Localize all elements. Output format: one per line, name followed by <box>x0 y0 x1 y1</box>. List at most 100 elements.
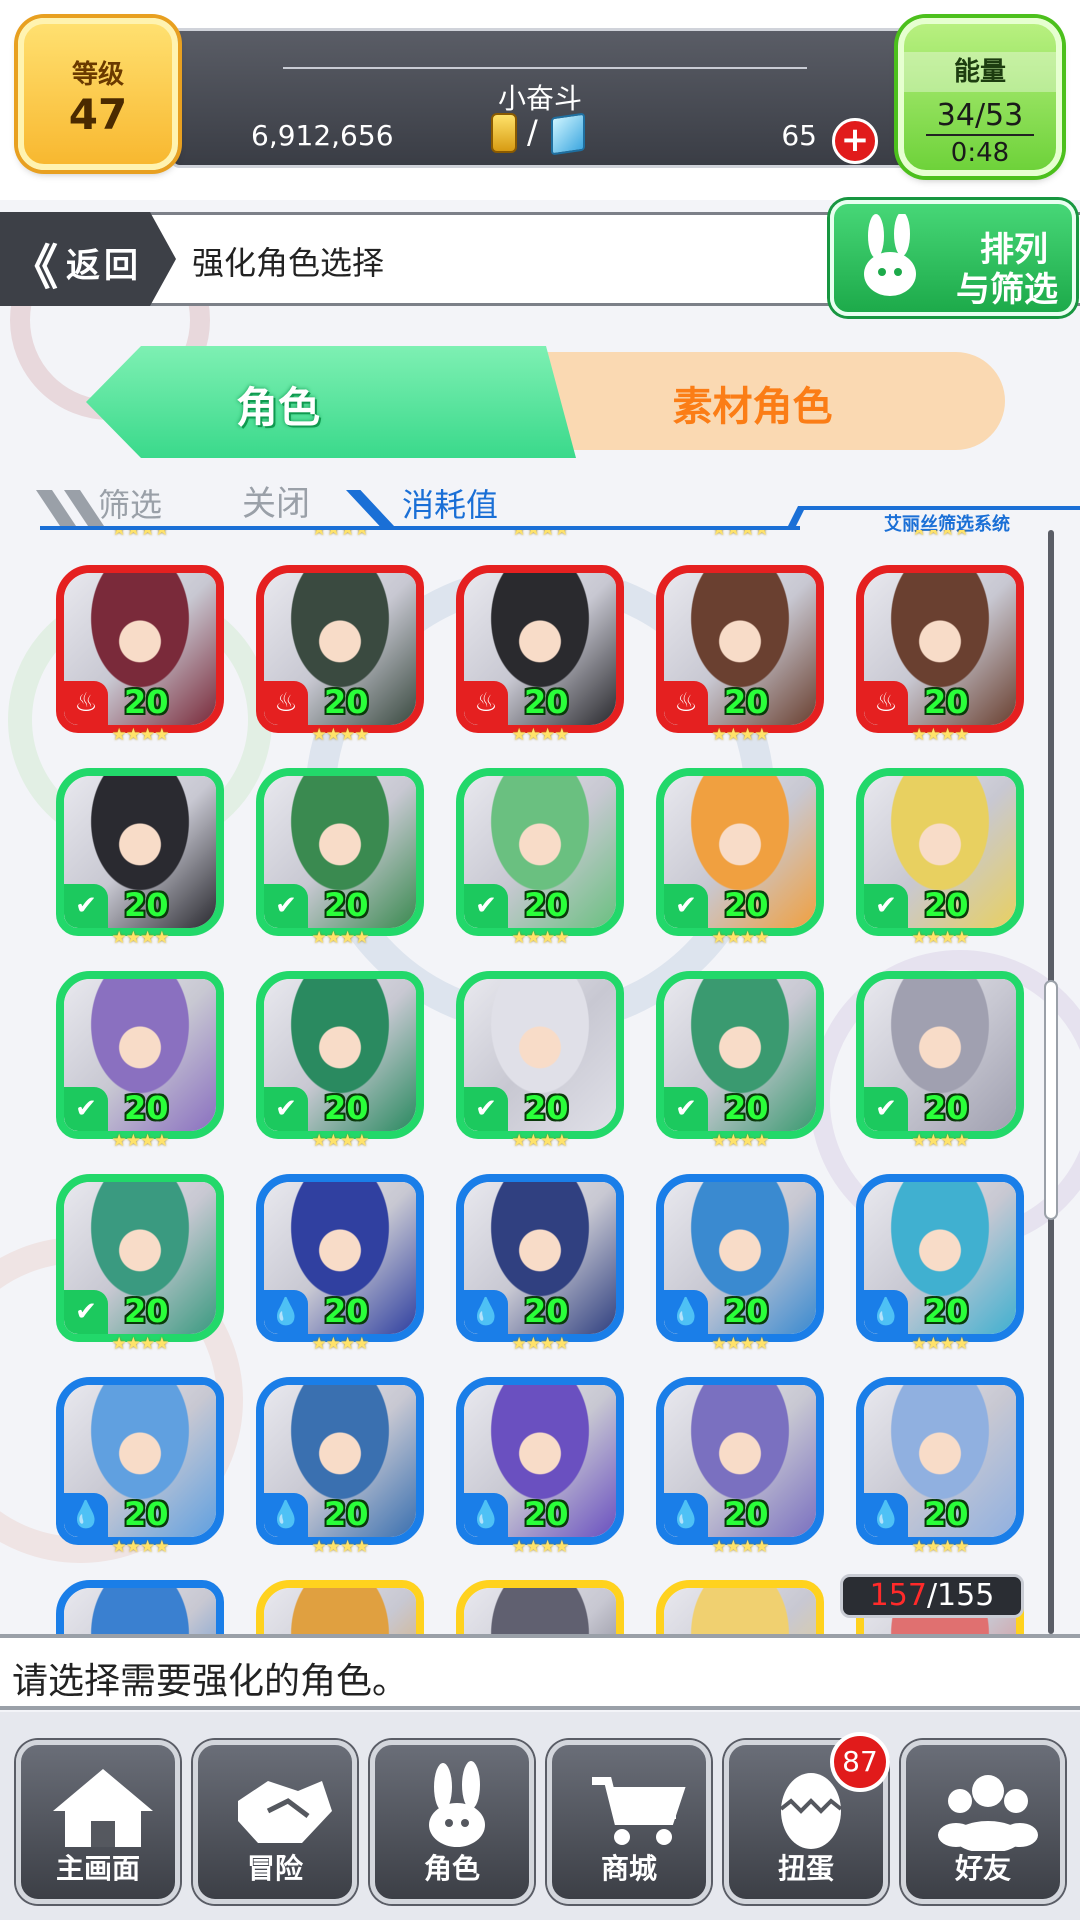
card-cost: 20 <box>124 1495 169 1533</box>
wood-attribute-icon: ✔ <box>864 1087 908 1131</box>
card-cost: 20 <box>124 683 169 721</box>
water-attribute-icon: 💧 <box>464 1290 508 1334</box>
nav-home-label: 主画面 <box>55 1852 140 1885</box>
player-name: 小奋斗 <box>497 82 582 115</box>
water-attribute-icon: 💧 <box>864 1493 908 1537</box>
nav-shop-button[interactable]: 商城 <box>547 1740 711 1904</box>
character-card[interactable]: ✔ 20 <box>256 768 424 936</box>
energy-value: 34/53 <box>936 98 1024 133</box>
nav-characters-label: 角色 <box>423 1852 480 1885</box>
nav-characters-button[interactable]: 角色 <box>370 1740 534 1904</box>
character-card[interactable] <box>56 1580 224 1634</box>
bottom-navigation: 主画面 冒险 角色 商城 扭蛋 好友 <box>0 1712 1080 1920</box>
character-card[interactable]: 💧 20 <box>856 1377 1024 1545</box>
card-cost: 20 <box>524 1089 569 1127</box>
gold-coin-icon <box>491 113 517 153</box>
sort-filter-button[interactable]: 排列 与筛选 <box>830 200 1076 316</box>
rarity-stars: ★★★★ <box>311 928 370 948</box>
rarity-stars: ★★★★ <box>111 530 170 540</box>
character-card[interactable]: 💧 20 <box>456 1377 624 1545</box>
character-card[interactable]: 💧 20 <box>456 1174 624 1342</box>
nav-home-button[interactable]: 主画面 <box>16 1740 180 1904</box>
nav-friends-button[interactable]: 好友 <box>901 1740 1065 1904</box>
rarity-stars: ★★★★ <box>511 530 570 540</box>
character-card[interactable] <box>456 1580 624 1634</box>
character-portrait <box>664 1588 816 1634</box>
add-gems-button[interactable]: + <box>832 118 878 164</box>
filter-underline-right <box>800 506 1080 510</box>
character-card[interactable]: ✔ 20 <box>856 971 1024 1139</box>
handshake-icon <box>238 1781 332 1843</box>
character-card[interactable]: 💧 20 <box>256 1377 424 1545</box>
character-card[interactable]: ✔ 20 <box>656 971 824 1139</box>
character-portrait <box>464 1588 616 1634</box>
wood-attribute-icon: ✔ <box>464 884 508 928</box>
character-card[interactable]: 💧 20 <box>656 1174 824 1342</box>
character-card[interactable] <box>656 1580 824 1634</box>
rarity-stars: ★★★★ <box>311 1537 370 1557</box>
character-card[interactable]: ♨ 20 <box>456 565 624 733</box>
rarity-stars: ★★★★ <box>511 1537 570 1557</box>
card-cost: 20 <box>324 1089 369 1127</box>
wood-attribute-icon: ✔ <box>864 884 908 928</box>
character-card[interactable]: ♨ 20 <box>656 565 824 733</box>
filter-label[interactable]: 筛选 <box>98 480 162 526</box>
character-card[interactable]: ✔ 20 <box>456 768 624 936</box>
rarity-stars: ★★★★ <box>911 725 970 745</box>
wood-attribute-icon: ✔ <box>664 1087 708 1131</box>
character-card[interactable]: ♨ 20 <box>856 565 1024 733</box>
energy-badge[interactable]: 能量 34/53 0:48 <box>898 18 1062 176</box>
rarity-stars: ★★★★ <box>311 530 370 540</box>
energy-divider <box>926 134 1034 136</box>
character-card[interactable]: ♨ 20 <box>256 565 424 733</box>
character-card[interactable]: ✔ 20 <box>56 1174 224 1342</box>
character-portrait <box>264 1588 416 1634</box>
character-card[interactable]: 💧 20 <box>856 1174 1024 1342</box>
character-card[interactable]: ♨ 20 <box>56 565 224 733</box>
card-cost: 20 <box>924 1495 969 1533</box>
character-card[interactable]: 💧 20 <box>656 1377 824 1545</box>
character-card[interactable]: ✔ 20 <box>56 971 224 1139</box>
card-cost: 20 <box>924 1089 969 1127</box>
card-cost: 20 <box>724 1089 769 1127</box>
water-attribute-icon: 💧 <box>664 1290 708 1334</box>
card-cost: 20 <box>324 886 369 924</box>
card-cost: 20 <box>324 1495 369 1533</box>
scrollbar-thumb[interactable] <box>1044 980 1058 1220</box>
instruction-message: 请选择需要强化的角色。 <box>0 1634 1080 1710</box>
water-attribute-icon: 💧 <box>464 1493 508 1537</box>
nav-adventure-label: 冒险 <box>246 1852 303 1885</box>
sort-key-label[interactable]: 消耗值 <box>402 480 498 526</box>
rarity-stars: ★★★★ <box>911 1131 970 1151</box>
friends-icon <box>938 1775 1038 1851</box>
character-card[interactable]: ✔ 20 <box>856 768 1024 936</box>
character-card[interactable]: ✔ 20 <box>256 971 424 1139</box>
card-cost: 20 <box>524 886 569 924</box>
nav-adventure-button[interactable]: 冒险 <box>193 1740 357 1904</box>
rarity-stars: ★★★★ <box>311 725 370 745</box>
water-attribute-icon: 💧 <box>264 1493 308 1537</box>
character-card[interactable]: ✔ 20 <box>456 971 624 1139</box>
character-grid: ★★★★ ★★★★ ★★★★ ★★★★ ★★★★ ♨ 20 ★★★★ ♨ 20 ★★★★ ♨ 20 ★★★… <box>0 530 1050 1634</box>
card-cost: 20 <box>724 1495 769 1533</box>
filter-state[interactable]: 关闭 <box>242 476 310 525</box>
gem-icon <box>551 112 585 156</box>
player-info-panel: 小奋斗 6,912,656 / 65 <box>170 28 910 168</box>
character-card[interactable]: 💧 20 <box>256 1174 424 1342</box>
tab-material-label: 素材角色 <box>672 384 833 430</box>
energy-label: 能量 <box>904 52 1056 92</box>
card-cost: 20 <box>324 1292 369 1330</box>
cart-icon <box>592 1777 686 1845</box>
back-label: 返回 <box>66 246 142 286</box>
character-card[interactable]: 💧 20 <box>56 1377 224 1545</box>
character-card[interactable] <box>256 1580 424 1634</box>
tab-characters[interactable]: 角色 <box>86 346 576 458</box>
currency-icons: / <box>491 112 591 156</box>
back-button[interactable]: 《 返回 <box>0 212 176 306</box>
rarity-stars: ★★★★ <box>311 1131 370 1151</box>
character-card[interactable]: ✔ 20 <box>656 768 824 936</box>
tab-material-characters[interactable]: 素材角色 <box>500 352 1005 450</box>
name-divider <box>283 67 807 69</box>
character-card[interactable]: ✔ 20 <box>56 768 224 936</box>
rarity-stars: ★★★★ <box>311 1334 370 1354</box>
